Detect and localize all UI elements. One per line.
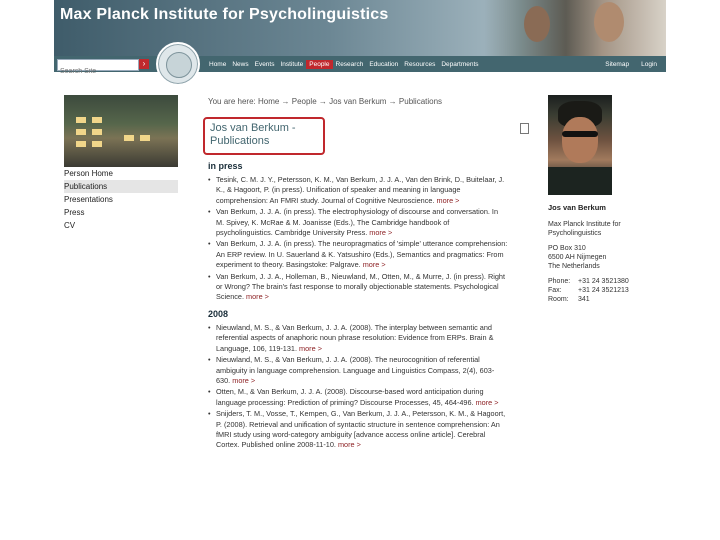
nav-item-departments[interactable]: Departments (438, 60, 481, 69)
publication-list-in-press: Tesink, C. M. J. Y., Petersson, K. M., V… (208, 175, 508, 303)
more-link[interactable]: more > (369, 228, 392, 237)
profile-column: Jos van Berkum Max Planck Institute for … (548, 95, 662, 304)
side-item-person-home[interactable]: Person Home (64, 167, 178, 180)
side-item-presentations[interactable]: Presentations (64, 193, 178, 206)
profile-name: Jos van Berkum (548, 203, 606, 212)
nav-item-home[interactable]: Home (206, 60, 229, 69)
publication-citation: Tesink, C. M. J. Y., Petersson, K. M., V… (216, 175, 505, 205)
page-title-box: Jos van Berkum - Publications (203, 117, 325, 155)
section-heading-2008: 2008 (208, 308, 229, 319)
side-item-press[interactable]: Press (64, 206, 178, 219)
nav-item-education[interactable]: Education (366, 60, 401, 69)
nav-item-institute[interactable]: Institute (277, 60, 306, 69)
banner-photo (484, 0, 666, 56)
left-column: Person Home Publications Presentations P… (64, 95, 178, 232)
publication-item: Tesink, C. M. J. Y., Petersson, K. M., V… (208, 175, 508, 206)
print-icon[interactable] (520, 123, 529, 134)
publication-item: Van Berkum, J. J. A. (in press). The ele… (208, 207, 508, 238)
contact-label: Room: (548, 296, 569, 303)
publication-citation: Nieuwland, M. S., & Van Berkum, J. J. A.… (216, 355, 495, 385)
search-box (57, 59, 140, 77)
contact-phone: Phone: +31 24 3521380 (548, 277, 662, 286)
nav-item-news[interactable]: News (229, 60, 251, 69)
minerva-icon (166, 52, 192, 78)
nav-menu: Home News Events Institute People Resear… (206, 60, 482, 69)
publication-citation: Otten, M., & Van Berkum, J. J. A. (2008)… (216, 387, 484, 407)
banner-person-2 (594, 2, 624, 42)
address-line: PO Box 310 (548, 245, 586, 252)
publication-item: Snijders, T. M., Vosse, T., Kempen, G., … (208, 409, 508, 451)
publication-item: Otten, M., & Van Berkum, J. J. A. (2008)… (208, 387, 508, 408)
publication-citation: Nieuwland, M. S., & Van Berkum, J. J. A.… (216, 322, 494, 353)
publication-item: Van Berkum, J. J. A., Holleman, B., Nieu… (208, 272, 508, 303)
arrow-right-icon: › (142, 59, 146, 68)
address-line: The Netherlands (548, 263, 600, 270)
publication-citation: Van Berkum, J. J. A. (in press). The neu… (216, 239, 508, 270)
page-title: Jos van Berkum - Publications (210, 122, 322, 148)
publications-content: in press Tesink, C. M. J. Y., Petersson,… (208, 161, 508, 457)
contact-value: 341 (578, 296, 590, 303)
more-link[interactable]: more > (246, 292, 269, 301)
contact-label: Phone: (548, 278, 571, 285)
more-link[interactable]: more > (437, 196, 460, 205)
search-go-button[interactable]: › (139, 59, 149, 69)
nav-item-events[interactable]: Events (252, 60, 278, 69)
main-navbar: › Home News Events Institute People Rese… (54, 56, 666, 77)
more-link[interactable]: more > (338, 440, 361, 449)
nav-item-resources[interactable]: Resources (401, 60, 438, 69)
side-item-publications[interactable]: Publications (64, 180, 178, 193)
nav-item-people[interactable]: People (306, 60, 333, 69)
search-input[interactable] (58, 66, 140, 77)
more-link[interactable]: more > (232, 376, 255, 385)
publication-list-2008: Nieuwland, M. S., & Van Berkum, J. J. A.… (208, 323, 508, 451)
section-heading-in-press: in press (208, 161, 243, 171)
nav-utility-links: Sitemap Login (602, 60, 660, 69)
publication-citation: Van Berkum, J. J. A. (in press). The ele… (216, 207, 499, 238)
contact-value: +31 24 3521380 (578, 278, 629, 285)
more-link[interactable]: more > (299, 344, 322, 353)
institute-building-photo (64, 95, 178, 167)
side-item-cv[interactable]: CV (64, 219, 178, 232)
contact-room: Room: 341 (548, 295, 662, 304)
breadcrumb: You are here: Home → People → Jos van Be… (208, 97, 443, 106)
affiliation-line: Max Planck Institute for (548, 221, 621, 228)
page-title-line-1: Jos van Berkum - (210, 122, 296, 134)
page-frame: Max Planck Institute for Psycholinguisti… (54, 0, 666, 540)
page-title-line-2: Publications (210, 135, 270, 147)
contact-value: +31 24 3521213 (578, 287, 629, 294)
publication-item: Nieuwland, M. S., & Van Berkum, J. J. A.… (208, 323, 508, 354)
affiliation-line: Psycholinguistics (548, 230, 602, 237)
site-title[interactable]: Max Planck Institute for Psycholinguisti… (60, 6, 388, 24)
publication-item: Nieuwland, M. S., & Van Berkum, J. J. A.… (208, 355, 508, 386)
more-link[interactable]: more > (363, 260, 386, 269)
person-side-menu: Person Home Publications Presentations P… (64, 167, 178, 232)
contact-fax: Fax: +31 24 3521213 (548, 286, 662, 295)
banner-person-1 (524, 6, 550, 42)
nav-item-research[interactable]: Research (333, 60, 367, 69)
site-banner: Max Planck Institute for Psycholinguisti… (54, 0, 666, 56)
sitemap-link[interactable]: Sitemap (602, 60, 632, 69)
contact-label: Fax: (548, 287, 562, 294)
max-planck-seal-logo[interactable] (156, 42, 200, 86)
publication-item: Van Berkum, J. J. A. (in press). The neu… (208, 239, 508, 270)
login-link[interactable]: Login (638, 60, 660, 69)
address-line: 6500 AH Nijmegen (548, 254, 607, 261)
more-link[interactable]: more > (476, 398, 499, 407)
profile-photo (548, 95, 612, 195)
